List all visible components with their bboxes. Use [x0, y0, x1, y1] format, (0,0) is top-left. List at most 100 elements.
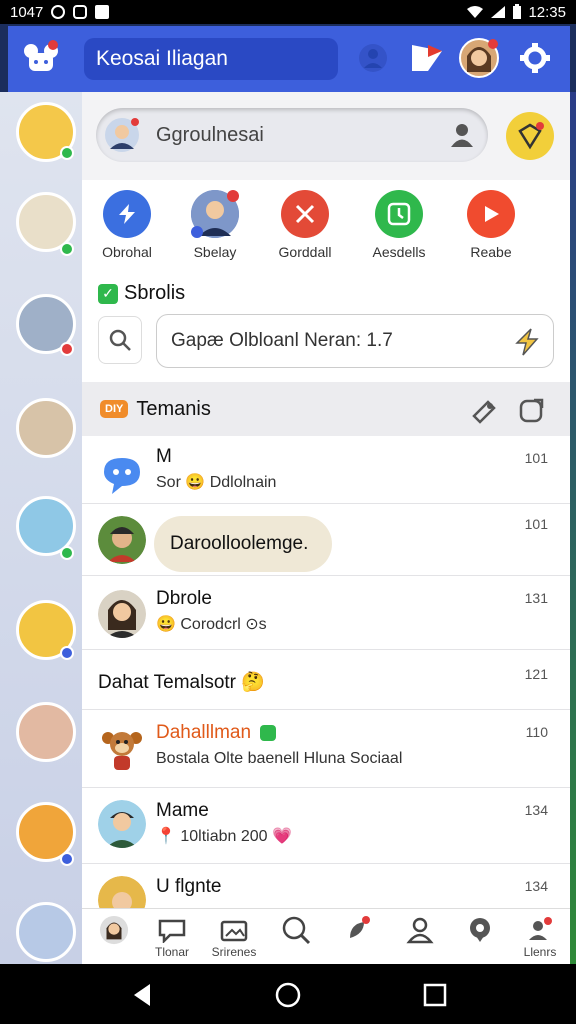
battery-icon: [513, 4, 522, 19]
chat-time: 101: [524, 516, 548, 532]
x-mark-icon: [281, 190, 329, 238]
signal-icon: [491, 6, 506, 18]
person-search-icon[interactable]: [450, 122, 474, 148]
secondary-search-field[interactable]: Gapæ Olbloanl Neran: 1.7: [156, 314, 554, 368]
user-avatar[interactable]: [456, 35, 502, 81]
nav-tlonar[interactable]: Tlonar: [144, 915, 200, 959]
lightning-bolt-icon: [103, 190, 151, 238]
section-heading: ✓ Sbrolis: [98, 282, 185, 305]
group-title: Temanis: [136, 397, 211, 420]
search-area: Ggroulnesai: [82, 92, 570, 180]
back-icon[interactable]: [130, 982, 156, 1008]
chat-time: 101: [524, 450, 548, 466]
quick-action-gorddall[interactable]: Gorddall: [260, 190, 350, 260]
chat-preview: Bostala Olte baenell Hluna Sociaal: [156, 750, 403, 767]
quick-action-obrohal[interactable]: Obrohal: [82, 190, 172, 260]
quick-action-label: Gorddall: [278, 244, 332, 260]
shield-icon: [518, 122, 544, 150]
online-badge: [60, 546, 74, 560]
nav-profile[interactable]: [86, 915, 142, 945]
search-icon: [281, 915, 311, 945]
chat-row[interactable]: Dahalllman Bostala Olte baenell Hluna So…: [82, 710, 570, 788]
nav-srirenes[interactable]: Srirenes: [206, 915, 262, 959]
chat-bubble-icon: [98, 450, 146, 498]
contacts-icon: [525, 915, 555, 945]
nav-label: Tlonar: [154, 945, 189, 959]
monkey-mascot-icon: [102, 732, 142, 770]
home-icon[interactable]: [275, 982, 301, 1008]
chat-name: Dbrole: [156, 588, 212, 609]
bottom-navigation: Tlonar Srirenes Llenrs: [82, 908, 570, 964]
message-bubble: Daroolloolemge.: [154, 516, 332, 572]
search-input[interactable]: Ggroulnesai: [96, 108, 488, 162]
background-contact-column: [0, 92, 82, 964]
chat-row[interactable]: Dahat Temalsotr 🤔 121: [82, 650, 570, 710]
status-time-left: 1047: [10, 3, 44, 21]
chat-name: M: [156, 446, 172, 467]
avatar-icon: [191, 190, 239, 238]
quick-action-aesdells[interactable]: Aesdells: [354, 190, 444, 260]
clock-icon: [375, 190, 423, 238]
chat-row[interactable]: Daroolloolemge. 101: [82, 504, 570, 576]
chat-time: 121: [524, 666, 548, 682]
settings-mini-icon: [73, 5, 88, 19]
quick-action-label: Obrohal: [102, 244, 152, 260]
side-avatar[interactable]: [16, 398, 76, 458]
group-header[interactable]: DIY Temanis: [82, 382, 570, 436]
recents-icon[interactable]: [422, 982, 448, 1008]
flag-icon[interactable]: [404, 35, 450, 81]
nav-label: Srirenes: [211, 945, 257, 959]
side-avatar[interactable]: [16, 902, 76, 962]
lightning-icon[interactable]: [513, 327, 541, 357]
quick-action-label: Reabe: [470, 244, 512, 260]
rocket-icon: [343, 915, 373, 945]
gear-icon[interactable]: [512, 35, 558, 81]
nav-person[interactable]: [392, 915, 448, 945]
nav-search[interactable]: [268, 915, 324, 945]
edit-tag-icon[interactable]: [470, 396, 498, 424]
secondary-search-value: Gapæ Olbloanl Neran: 1.7: [171, 330, 393, 351]
section-title: Sbrolis: [124, 282, 186, 304]
wifi-icon: [467, 6, 484, 18]
quick-action-reabe[interactable]: Reabe: [446, 190, 536, 260]
app-logo-icon[interactable]: [18, 36, 64, 82]
status-badge: [60, 342, 74, 356]
compose-icon[interactable]: [518, 396, 546, 424]
side-avatar[interactable]: [16, 702, 76, 762]
chat-name: Mame: [156, 800, 209, 821]
quick-action-label: Sbelay: [193, 244, 237, 260]
status-badge: [60, 852, 74, 866]
play-icon: [467, 190, 515, 238]
quick-action-sbelay[interactable]: Sbelay: [170, 190, 260, 260]
profile-avatar-icon: [99, 915, 129, 945]
person-icon: [405, 915, 435, 945]
image-folder-icon: [219, 915, 249, 945]
app-title[interactable]: Keosai Iliagan: [84, 38, 338, 80]
chat-name: Dahalllman: [156, 722, 277, 744]
checkmark-icon: ✓: [98, 283, 118, 304]
nav-speech[interactable]: [452, 915, 508, 945]
group-badge: DIY: [100, 400, 129, 418]
app-mini-icon: [95, 5, 110, 19]
account-icon[interactable]: [350, 35, 396, 81]
online-badge: [60, 242, 74, 256]
search-button[interactable]: [98, 316, 142, 364]
online-badge: [60, 146, 74, 160]
avatar: [98, 516, 146, 564]
chat-row[interactable]: U flgnte 134: [82, 864, 570, 924]
chat-preview: Sor 😀 Ddlolnain: [156, 474, 277, 491]
chat-name: Dahat Temalsotr 🤔: [98, 672, 265, 693]
chat-row[interactable]: Dbrole 😀 Corodcrl ⊙s 131: [82, 576, 570, 650]
chat-time: 110: [525, 724, 548, 740]
search-icon: [109, 329, 131, 351]
shield-button[interactable]: [506, 112, 554, 160]
quick-actions-row: Obrohal Sbelay Gorddall Aesdells Reabe: [82, 190, 570, 268]
chat-time: 131: [524, 590, 548, 606]
verified-icon: [260, 724, 277, 741]
chat-row[interactable]: M Sor 😀 Ddlolnain 101: [82, 438, 570, 504]
chat-preview: 📍 10ltiabn 200 💗: [156, 828, 292, 845]
nav-rocket[interactable]: [330, 915, 386, 945]
quick-action-label: Aesdells: [372, 244, 426, 260]
chat-row[interactable]: Mame 📍 10ltiabn 200 💗 134: [82, 788, 570, 864]
nav-llenrs[interactable]: Llenrs: [512, 915, 568, 959]
